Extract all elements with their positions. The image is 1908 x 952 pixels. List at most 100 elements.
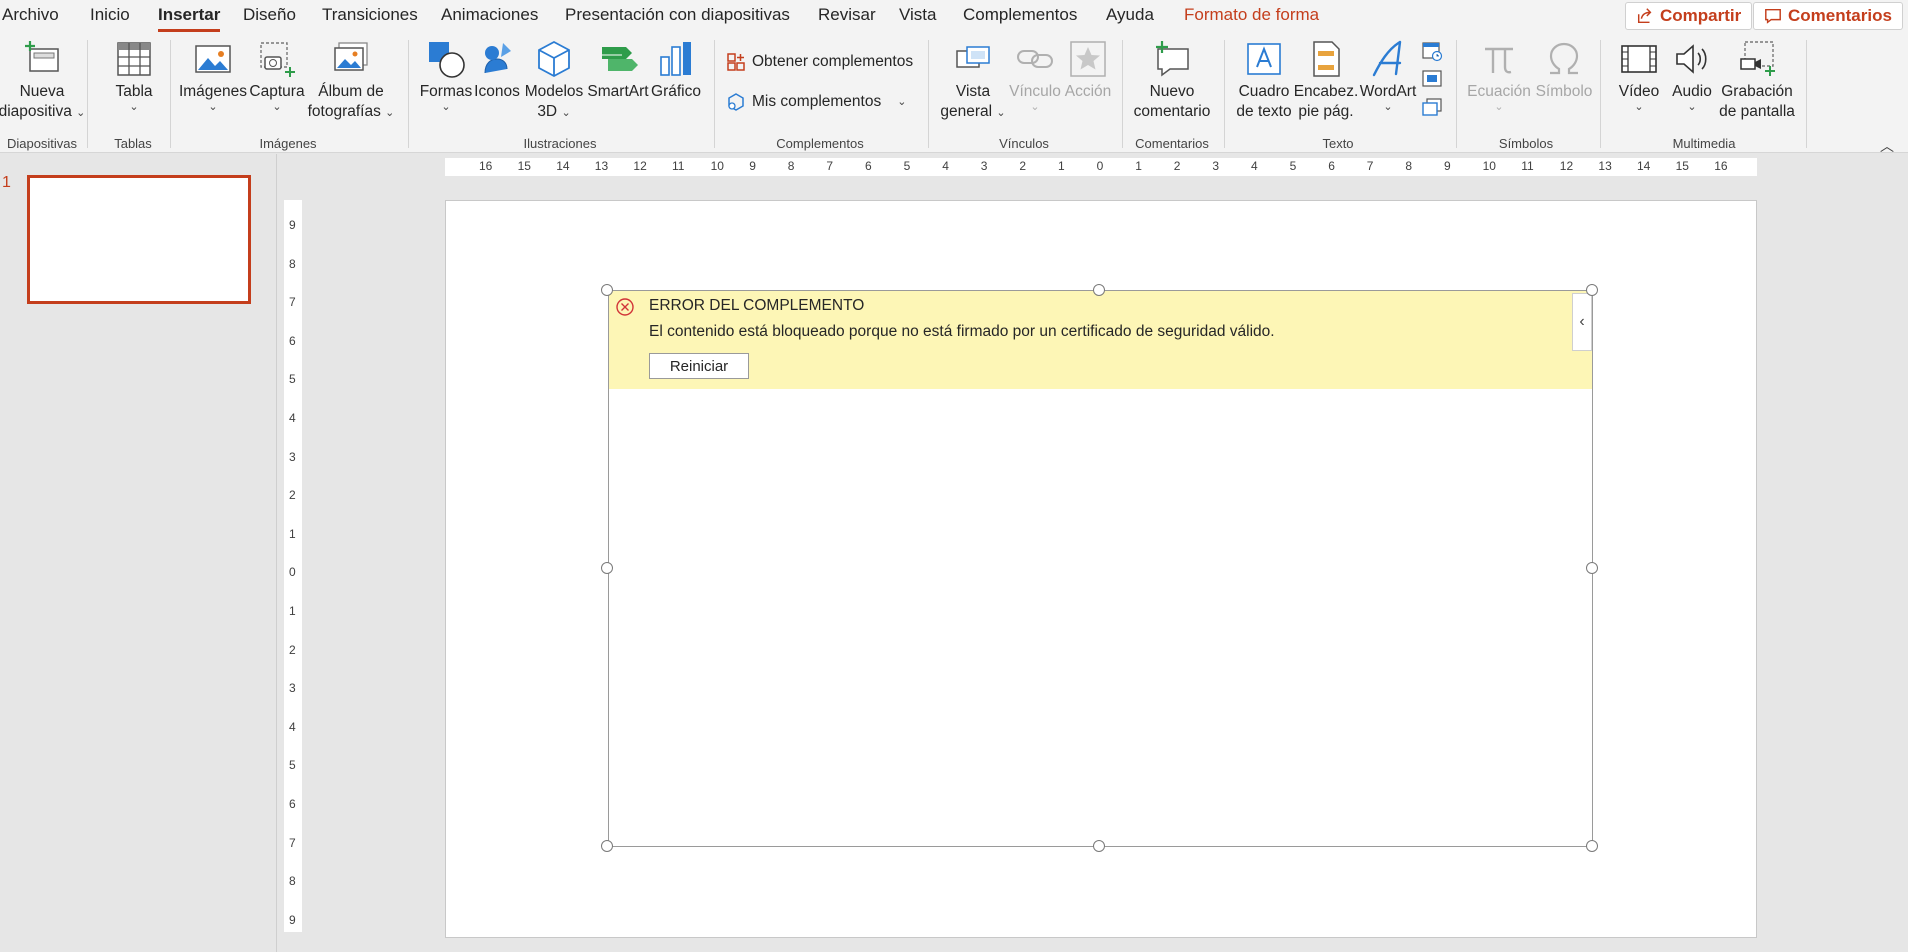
photo-album-label-1: Álbum de (318, 83, 384, 100)
ruler-tick-label: 1 (289, 526, 296, 541)
icons-icon (484, 43, 511, 74)
ruler-tick-label: 3 (1212, 159, 1220, 173)
new-slide-button[interactable]: Nueva diapositiva ⌄ (0, 38, 85, 122)
ruler-tick-label: 6 (865, 159, 872, 173)
error-title: ERROR DEL COMPLEMENTO (649, 297, 865, 314)
table-icon (117, 42, 151, 76)
ruler-tick-label: 14 (1637, 159, 1651, 173)
ruler-tick-label: 4 (289, 411, 296, 425)
icons-button[interactable]: Iconos (472, 38, 522, 102)
3d-models-label-2: 3D (537, 103, 558, 120)
ruler-tick-label: 4 (1251, 159, 1258, 173)
ruler-tick-label: 15 (517, 159, 531, 173)
new-comment-label-1: Nuevo (1149, 83, 1195, 100)
3d-models-button[interactable]: Modelos 3D ⌄ (523, 38, 585, 122)
action-button[interactable]: Acción (1062, 38, 1114, 102)
my-addins-button[interactable]: Mis complementos ⌄ (726, 92, 906, 112)
screen-recording-button[interactable]: Grabación de pantalla (1714, 38, 1800, 122)
resize-handle-left[interactable] (601, 562, 613, 574)
ruler-tick-label: 16 (1714, 159, 1728, 173)
wordart-label: WordArt (1359, 83, 1417, 100)
pi-icon (1485, 47, 1513, 74)
wordart-button[interactable]: WordArt ⌄ (1358, 38, 1418, 113)
collapse-ribbon-icon[interactable]: ︿ (1880, 136, 1894, 156)
menu-bar: Archivo Inicio Insertar Diseño Transicio… (0, 0, 1908, 32)
ruler-tick-label: 10 (1482, 159, 1496, 173)
shapes-button[interactable]: Formas ⌄ (418, 38, 474, 113)
group-complementos: Complementos (776, 136, 864, 151)
error-icon (616, 298, 634, 316)
new-slide-label-1: Nueva (19, 83, 65, 100)
ruler-tick-label: 11 (1521, 159, 1534, 173)
menu-formato-de-forma[interactable]: Formato de forma (1184, 5, 1319, 25)
horizontal-ruler: 16 15 14 13 12 11 10 9 8 7 6 5 4 3 2 1 0 1 2 3 4 5 6 7 8 9 10 11 12 1… (445, 158, 1757, 176)
ruler-tick-label: 5 (289, 758, 296, 773)
slide-thumbnail-1[interactable] (27, 175, 251, 304)
menu-presentacion[interactable]: Presentación con diapositivas (565, 5, 790, 25)
zoom-overview-button[interactable]: Vista general ⌄ (936, 38, 1010, 122)
capture-button[interactable]: Captura ⌄ (248, 38, 306, 113)
ruler-tick-label: 2 (289, 488, 296, 503)
share-button[interactable]: Compartir (1625, 2, 1753, 30)
date-time-icon[interactable] (1420, 40, 1444, 62)
menu-insertar[interactable]: Insertar (158, 5, 221, 32)
new-comment-label-2: comentario (1133, 103, 1211, 120)
equation-button[interactable]: Ecuación ⌄ (1464, 38, 1534, 113)
link-button[interactable]: Vínculo ⌄ (1009, 38, 1061, 113)
resize-handle-bottom[interactable] (1093, 840, 1105, 852)
chevron-down-icon: ⌄ (897, 96, 907, 108)
resize-handle-right[interactable] (1586, 562, 1598, 574)
video-label: Vídeo (1618, 83, 1660, 100)
menu-ayuda[interactable]: Ayuda (1106, 5, 1154, 25)
ruler-tick-label: 8 (1405, 159, 1413, 173)
chart-button[interactable]: Gráfico (650, 38, 702, 102)
table-label: Tabla (115, 83, 153, 100)
header-footer-button[interactable]: Encabez. pie pág. (1294, 38, 1358, 122)
audio-button[interactable]: Audio ⌄ (1664, 38, 1720, 113)
resize-handle-top[interactable] (1093, 284, 1105, 296)
menu-diseno[interactable]: Diseño (243, 5, 296, 25)
get-addins-label: Obtener complementos (752, 53, 914, 70)
menu-transiciones[interactable]: Transiciones (322, 5, 418, 25)
group-multimedia: Multimedia (1672, 136, 1736, 151)
addin-frame[interactable]: ERROR DEL COMPLEMENTO El contenido está … (608, 290, 1593, 847)
symbol-button[interactable]: Símbolo (1532, 38, 1596, 102)
group-comentarios: Comentarios (1135, 136, 1209, 151)
object-icon[interactable] (1420, 96, 1444, 118)
restart-button[interactable]: Reiniciar (649, 353, 749, 379)
video-button[interactable]: Vídeo ⌄ (1610, 38, 1668, 113)
menu-vista[interactable]: Vista (899, 5, 937, 25)
comment-icon (1765, 8, 1781, 24)
smartart-button[interactable]: SmartArt (586, 38, 650, 102)
ruler-tick-label: 0 (289, 565, 296, 580)
menu-archivo[interactable]: Archivo (2, 5, 59, 25)
header-footer-icon (1313, 41, 1340, 77)
menu-revisar[interactable]: Revisar (818, 5, 876, 25)
film-icon (1621, 45, 1657, 73)
table-button[interactable]: Tabla ⌄ (106, 38, 162, 113)
menu-complementos[interactable]: Complementos (963, 5, 1077, 25)
group-vinculos: Vínculos (999, 136, 1049, 151)
menu-inicio[interactable]: Inicio (90, 5, 130, 25)
ruler-tick-label: 10 (710, 159, 724, 173)
ruler-tick-label: 3 (289, 449, 296, 464)
comments-button[interactable]: Comentarios (1753, 2, 1903, 30)
zoom-slides-icon (956, 46, 990, 68)
new-comment-button[interactable]: Nuevo comentario (1132, 38, 1212, 122)
ruler-tick-label: 3 (980, 159, 988, 173)
resize-handle-top-left[interactable] (601, 284, 613, 296)
chevron-left-icon[interactable]: ‹ (1572, 293, 1592, 351)
resize-handle-top-right[interactable] (1586, 284, 1598, 296)
images-button[interactable]: Imágenes ⌄ (179, 38, 247, 113)
new-comment-icon (1156, 41, 1189, 77)
equation-label: Ecuación (1467, 83, 1531, 100)
ruler-tick-label: 1 (1135, 159, 1142, 173)
resize-handle-bottom-right[interactable] (1586, 840, 1598, 852)
photo-album-button[interactable]: Álbum de fotografías ⌄ (308, 38, 394, 122)
text-box-button[interactable]: Cuadro de texto (1232, 38, 1296, 122)
cube-icon (538, 40, 570, 78)
get-addins-button[interactable]: Obtener complementos (726, 52, 913, 72)
resize-handle-bottom-left[interactable] (601, 840, 613, 852)
slide-number-icon[interactable] (1420, 68, 1444, 90)
menu-animaciones[interactable]: Animaciones (441, 5, 538, 25)
